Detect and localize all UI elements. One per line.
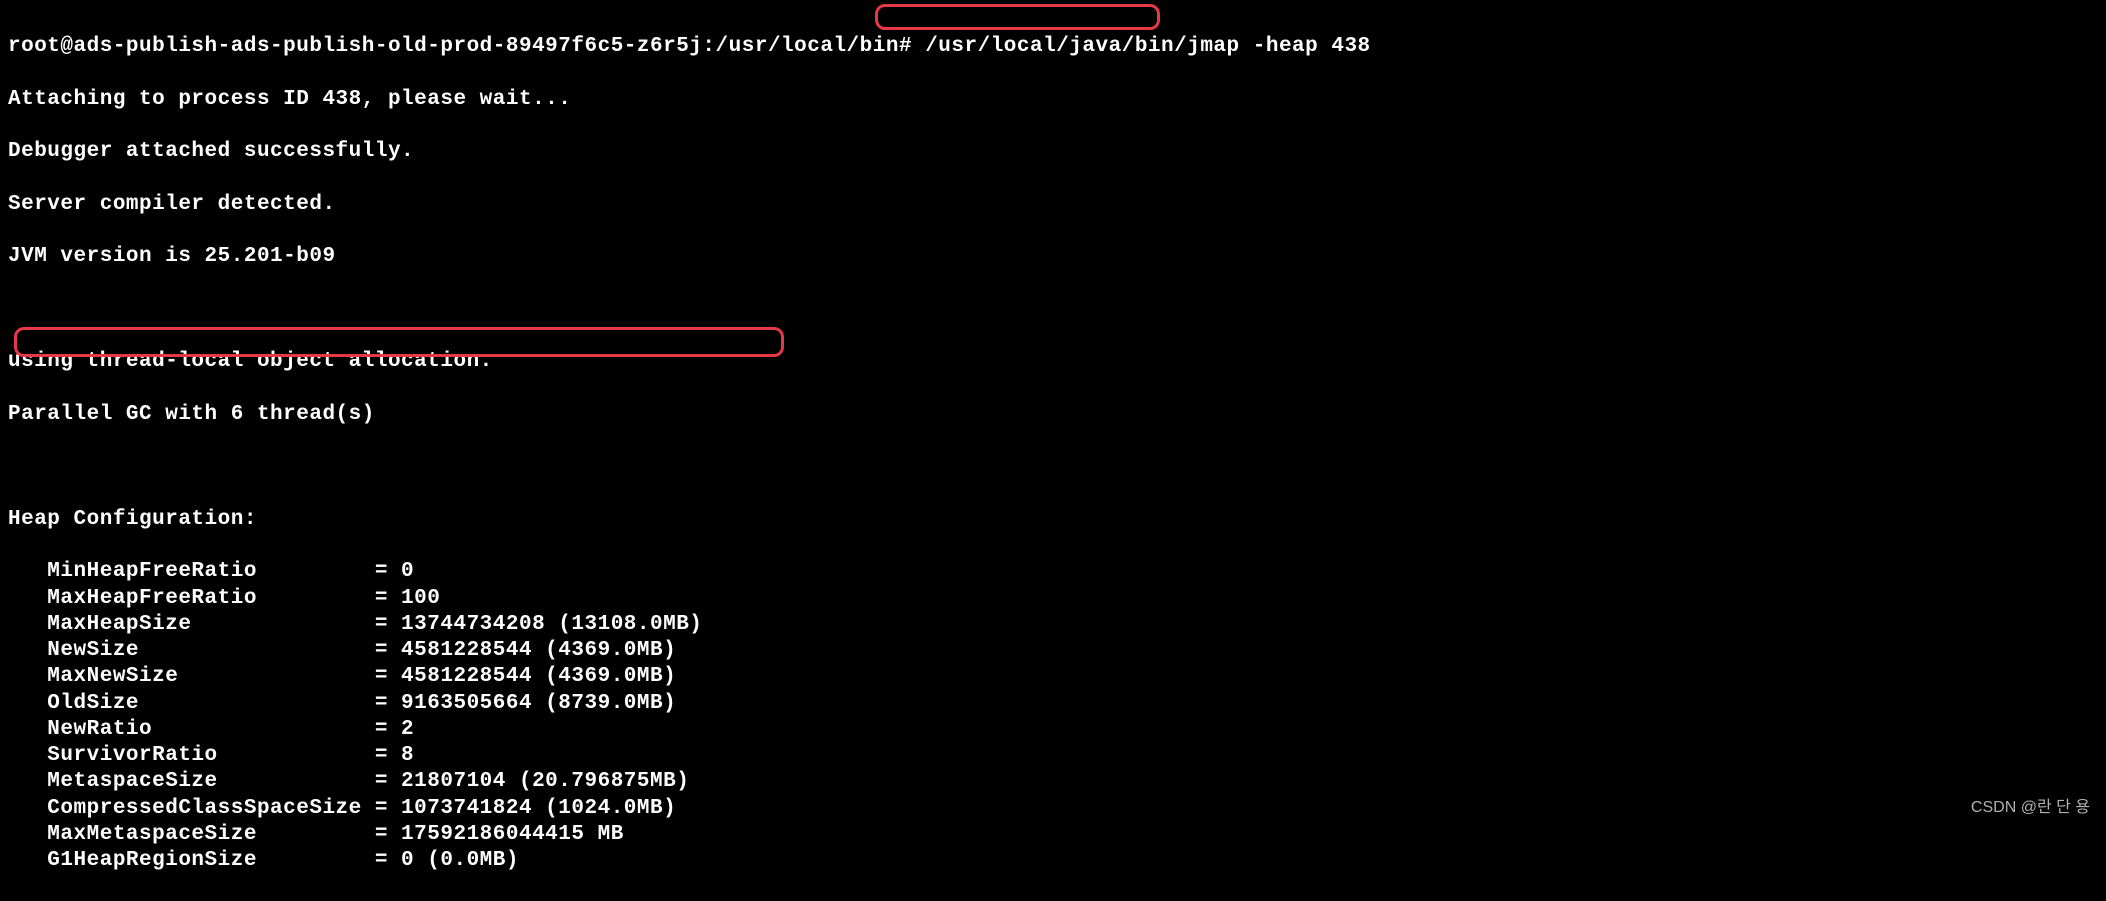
output-jvm-version: JVM version is 25.201-b09 xyxy=(8,244,2098,270)
heap-config-row: NewSize = 4581228544 (4369.0MB) xyxy=(8,638,2098,664)
prompt-user-host: root@ads-publish-ads-publish-old-prod-89… xyxy=(8,35,702,58)
command-text: /usr/local/java/bin/jmap -heap 438 xyxy=(925,35,1370,58)
output-compiler: Server compiler detected. xyxy=(8,192,2098,218)
heap-config-row: G1HeapRegionSize = 0 (0.0MB) xyxy=(8,848,2098,874)
watermark-text: CSDN @란 단 용 xyxy=(1971,798,2090,818)
heap-config-row: SurvivorRatio = 8 xyxy=(8,743,2098,769)
heap-config-row: NewRatio = 2 xyxy=(8,717,2098,743)
output-allocation: using thread-local object allocation. xyxy=(8,349,2098,375)
output-attach: Attaching to process ID 438, please wait… xyxy=(8,87,2098,113)
heap-config-row: MaxHeapFreeRatio = 100 xyxy=(8,586,2098,612)
prompt-symbol: # xyxy=(899,35,912,58)
prompt-cwd: /usr/local/bin xyxy=(716,35,899,58)
output-gc: Parallel GC with 6 thread(s) xyxy=(8,402,2098,428)
terminal-output[interactable]: root@ads-publish-ads-publish-old-prod-89… xyxy=(8,8,2098,901)
heap-config-row: MaxHeapSize = 13744734208 (13108.0MB) xyxy=(8,612,2098,638)
heap-config-header: Heap Configuration: xyxy=(8,507,2098,533)
heap-config-row: OldSize = 9163505664 (8739.0MB) xyxy=(8,691,2098,717)
heap-config-row: MaxNewSize = 4581228544 (4369.0MB) xyxy=(8,664,2098,690)
heap-config-row: MinHeapFreeRatio = 0 xyxy=(8,559,2098,585)
blank-line xyxy=(8,297,2098,323)
blank-line xyxy=(8,454,2098,480)
output-debugger: Debugger attached successfully. xyxy=(8,139,2098,165)
heap-config-row: CompressedClassSpaceSize = 1073741824 (1… xyxy=(8,796,2098,822)
heap-config-rows: MinHeapFreeRatio = 0 MaxHeapFreeRatio = … xyxy=(8,559,2098,874)
heap-config-row: MetaspaceSize = 21807104 (20.796875MB) xyxy=(8,769,2098,795)
prompt-line: root@ads-publish-ads-publish-old-prod-89… xyxy=(8,34,2098,60)
